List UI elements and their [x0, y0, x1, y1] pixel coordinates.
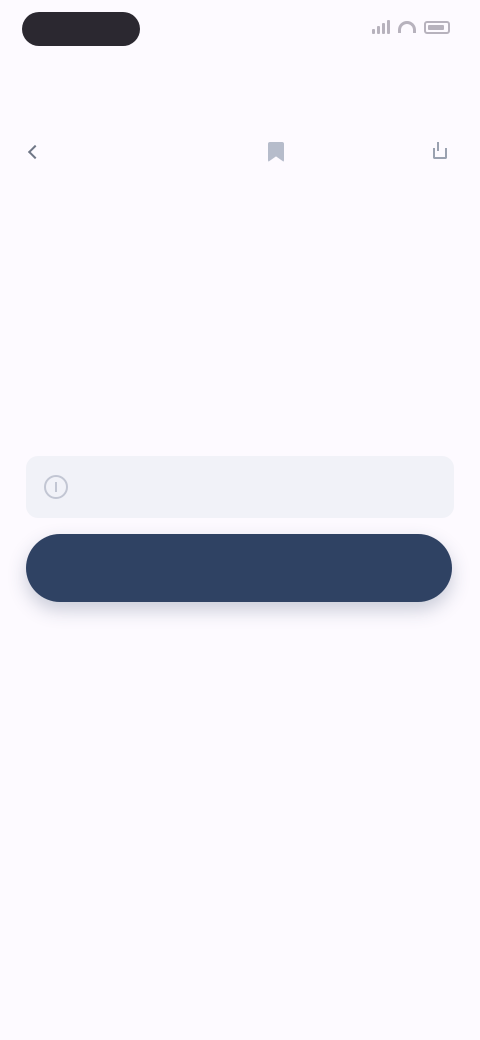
share-icon — [430, 142, 447, 159]
article-toolbar — [28, 140, 452, 168]
status-time — [22, 12, 140, 46]
share-button[interactable] — [430, 142, 452, 159]
chevron-left-icon — [28, 144, 46, 158]
info-card[interactable] — [26, 456, 454, 518]
save-button[interactable] — [268, 142, 290, 162]
back-button[interactable] — [28, 144, 52, 158]
wifi-icon — [398, 21, 416, 33]
bookmark-icon — [268, 142, 284, 162]
signal-icon — [372, 20, 390, 34]
phone-screen — [0, 0, 480, 1040]
status-icons — [372, 20, 450, 34]
primary-cta-button[interactable] — [26, 534, 452, 602]
battery-icon — [424, 20, 450, 34]
status-bar — [0, 12, 480, 48]
info-icon — [44, 475, 68, 499]
